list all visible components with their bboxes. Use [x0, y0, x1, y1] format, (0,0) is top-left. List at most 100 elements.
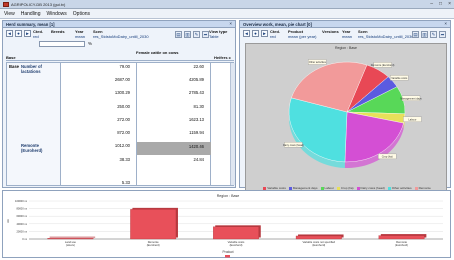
vertical-scrollbar[interactable] [230, 63, 235, 185]
forward-icon[interactable]: ► [24, 30, 31, 37]
bar-3[interactable] [295, 235, 342, 240]
cell: 1420.46 [188, 144, 204, 149]
x-tick-label: (Euroherd) [147, 243, 160, 247]
maximize-button[interactable]: □ [439, 1, 442, 7]
window-title: AGRIPOLICY-DB 2013 (gui.tv) [11, 2, 66, 7]
forward-icon[interactable]: ► [261, 30, 268, 37]
cell: 872.00 [117, 130, 130, 135]
close-panel-button[interactable]: × [444, 21, 447, 26]
y-tick-label: 80000 xx [16, 207, 27, 211]
back-icon[interactable]: ◄ [243, 30, 250, 37]
selector-year[interactable]: Year mean [342, 29, 352, 39]
cell: 1159.94 [189, 130, 204, 135]
filter-field[interactable] [39, 41, 85, 47]
toolbar-icons: ▤ ▥ ✎ ➦ [412, 31, 446, 38]
panel-header: Overview work, mean, pie chart [0] × [240, 21, 450, 28]
y-tick-label: 100000 xx [15, 199, 28, 203]
selector-scen[interactable]: Scen res_StdstoMoDairy_untill_2030 [358, 29, 414, 39]
minimize-button[interactable]: – [430, 1, 433, 7]
selector-breeds[interactable]: Breeds [51, 29, 65, 34]
bar-1[interactable] [130, 209, 177, 240]
table-header: Base Female cattle on cows Heifers c [6, 49, 234, 61]
pie-chart: Remonte (Euroherd) Variable costs Manageme… [283, 59, 422, 168]
cell: 38.33 [119, 157, 130, 162]
x-tick-label: (Euroherd) [312, 243, 325, 247]
menu-view[interactable]: View [4, 11, 15, 17]
selector-year[interactable]: Year mean [75, 29, 85, 39]
pie-data-label: Labour [408, 118, 416, 122]
pie-data-label: Dairy cows (head) [283, 143, 304, 147]
cell: 81.30 [193, 104, 204, 109]
cell: 4205.89 [188, 77, 204, 82]
bar-4[interactable] [378, 235, 425, 240]
legend-swatch [225, 255, 230, 258]
bar-chart-panel: Region : Base xx 100000 xx 80000 xx 60000 xx… [2, 190, 451, 258]
y-tick-label: 40000 xx [16, 222, 27, 226]
menu-options[interactable]: Options [73, 11, 90, 17]
pie-data-label: Variable costs [391, 76, 408, 80]
cell: 22.60 [193, 64, 204, 69]
panel-title: Overview work, mean, pie chart [0] [243, 22, 312, 27]
nav-buttons: ◄ ● ► [6, 30, 31, 37]
selector-versions[interactable]: Versions [322, 29, 339, 34]
edit-icon[interactable]: ✎ [430, 31, 437, 38]
column-base: Base [6, 55, 16, 60]
y-tick-label: 0 xx [22, 237, 27, 241]
record-icon[interactable]: ● [252, 30, 259, 37]
selector-scen[interactable]: Scen res_StdstoMoDairy_untill_2030 [93, 29, 173, 39]
nav-buttons: ◄ ● ► [243, 30, 268, 37]
close-button[interactable]: × [448, 1, 451, 7]
bar-2[interactable] [213, 226, 259, 240]
bar-0[interactable] [47, 238, 94, 240]
data-table: Base Number of lactations Remonte (Euroh… [6, 62, 235, 186]
chart-icon[interactable]: ▥ [184, 31, 191, 38]
x-tick-label: (Euroherd) [230, 243, 243, 247]
export-icon[interactable]: ➦ [439, 31, 446, 38]
herd-summary-panel: Herd summary, mean [1] × ◄ ● ► Cted. red… [2, 20, 236, 188]
bar-shadow [49, 236, 96, 238]
view-type-selector[interactable]: View type Table [209, 29, 227, 39]
selector-cted[interactable]: Cted. red [270, 29, 280, 39]
y-axis-label: xx [6, 219, 10, 223]
column-heifers: Heifers c [214, 55, 231, 60]
cell: 272.00 [117, 117, 130, 122]
app-icon [3, 2, 9, 7]
chart-icon[interactable]: ▥ [421, 31, 428, 38]
menu-windows[interactable]: Windows [47, 11, 67, 17]
table-icon[interactable]: ▤ [412, 31, 419, 38]
pie-data-label: Management days [400, 97, 422, 101]
value-column-b: 79.00 2687.00 1300.29 250.00 272.00 872.… [61, 63, 137, 185]
export-icon[interactable]: ➦ [202, 31, 209, 38]
pie-chart-panel: Overview work, mean, pie chart [0] × ◄ ●… [239, 20, 451, 193]
x-tick-label: (Euroherd) [395, 243, 408, 247]
cell: 1623.13 [188, 117, 204, 122]
cell: 2687.00 [114, 77, 130, 82]
percent-label: % [88, 41, 93, 46]
cell: 24.84 [193, 157, 204, 162]
panel-title: Herd summary, mean [1] [6, 22, 55, 27]
close-panel-button[interactable]: × [229, 21, 232, 26]
edit-icon[interactable]: ✎ [193, 31, 200, 38]
cell: 1012.00 [114, 143, 130, 148]
cell: 5.33 [121, 180, 130, 185]
lactations-label: Number of lactations [21, 64, 42, 74]
y-tick-label: 20000 xx [16, 229, 27, 233]
value-column-c: 22.60 4205.89 2785.43 81.30 1623.13 1159… [137, 63, 211, 185]
base-label: Base [9, 64, 20, 69]
toolbar-icons: ▤ ▥ ✎ ➦ [175, 31, 209, 38]
record-icon[interactable]: ● [15, 30, 22, 37]
selector-cted[interactable]: Cted. red [33, 29, 43, 39]
x-axis-label: Product [223, 250, 234, 254]
bar-chart-title: Region : Base [217, 194, 240, 198]
menu-bar: View Handling Windows Options [0, 9, 454, 19]
menu-handling[interactable]: Handling [21, 11, 41, 17]
y-tick-label: 60000 xx [16, 214, 27, 218]
table-icon[interactable]: ▤ [175, 31, 182, 38]
selector-product[interactable]: Product mean (per year) [288, 29, 318, 39]
pie-data-label: Remonte (Euroherd) [371, 63, 395, 67]
window-controls: – □ × [430, 1, 451, 7]
back-icon[interactable]: ◄ [6, 30, 13, 37]
column-female-cattle: Female cattle on cows [136, 50, 179, 55]
pie-chart-area: Region : Base Remonte (Euroherd) Variable… [245, 43, 447, 193]
bar-chart: Region : Base xx 100000 xx 80000 xx 60000 xx… [6, 194, 443, 258]
